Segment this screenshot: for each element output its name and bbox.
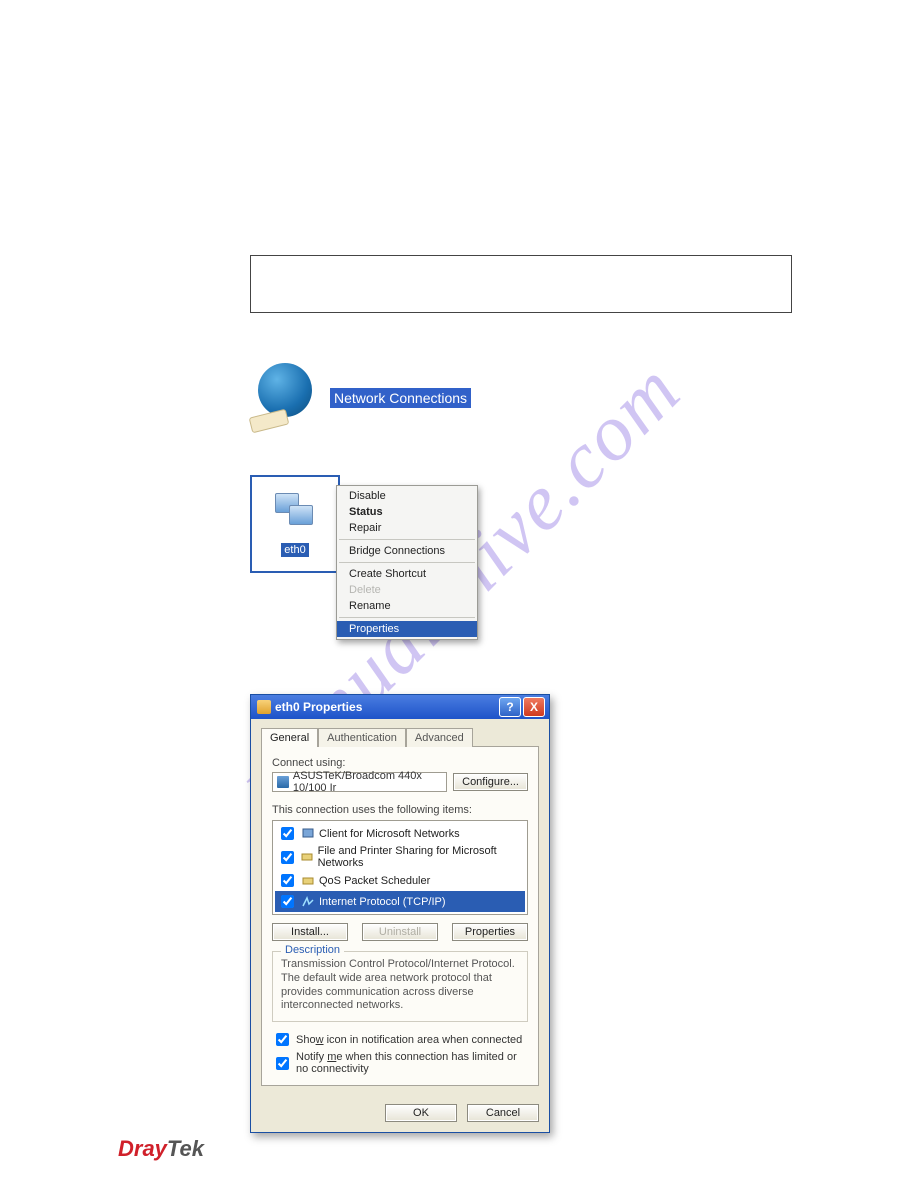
checkbox[interactable] — [281, 874, 294, 887]
ctx-disable[interactable]: Disable — [337, 488, 477, 504]
ctx-repair[interactable]: Repair — [337, 520, 477, 536]
ctx-status[interactable]: Status — [337, 504, 477, 520]
help-button[interactable]: ? — [499, 697, 521, 717]
adapter-display: ASUSTeK/Broadcom 440x 10/100 Ir — [272, 772, 447, 792]
connection-items-list[interactable]: Client for Microsoft Networks File and P… — [272, 820, 528, 915]
connect-using-label: Connect using: — [272, 757, 528, 769]
service-icon — [301, 874, 315, 888]
eth0-connection-item[interactable]: eth0 — [250, 475, 340, 573]
item-qos-scheduler[interactable]: QoS Packet Scheduler — [275, 870, 525, 891]
tabs-row: General Authentication Advanced — [261, 727, 539, 746]
install-button[interactable]: Install... — [272, 923, 348, 941]
ctx-rename[interactable]: Rename — [337, 598, 477, 614]
ctx-separator — [339, 539, 475, 540]
dialog-title-icon — [257, 700, 271, 714]
checkbox[interactable] — [281, 895, 294, 908]
checkbox[interactable] — [281, 851, 294, 864]
description-body: Transmission Control Protocol/Internet P… — [281, 958, 519, 1013]
checkbox[interactable] — [281, 827, 294, 840]
ctx-properties[interactable]: Properties — [337, 621, 477, 637]
network-connections-row[interactable]: Network Connections — [250, 363, 810, 433]
network-connections-label: Network Connections — [330, 388, 471, 408]
tab-panel-general: Connect using: ASUSTeK/Broadcom 440x 10/… — [261, 746, 539, 1086]
adapter-name: ASUSTeK/Broadcom 440x 10/100 Ir — [293, 770, 442, 794]
tab-general[interactable]: General — [261, 728, 318, 747]
ctx-separator — [339, 562, 475, 563]
notify-checkbox[interactable] — [276, 1057, 289, 1070]
uninstall-button: Uninstall — [362, 923, 438, 941]
context-menu: Disable Status Repair Bridge Connections… — [336, 485, 478, 640]
item-tcpip[interactable]: Internet Protocol (TCP/IP) — [275, 891, 525, 912]
tab-authentication[interactable]: Authentication — [318, 728, 406, 747]
dialog-titlebar[interactable]: eth0 Properties ? X — [251, 695, 549, 719]
close-button[interactable]: X — [523, 697, 545, 717]
note-box — [250, 255, 792, 313]
globe-network-icon — [250, 363, 320, 433]
ctx-separator — [339, 617, 475, 618]
ctx-create-shortcut[interactable]: Create Shortcut — [337, 566, 477, 582]
show-icon-checkbox[interactable] — [276, 1033, 289, 1046]
properties-button[interactable]: Properties — [452, 923, 528, 941]
description-legend: Description — [281, 944, 344, 956]
protocol-icon — [301, 895, 315, 909]
configure-button[interactable]: Configure... — [453, 773, 528, 791]
network-adapter-icon — [275, 487, 315, 527]
ctx-delete: Delete — [337, 582, 477, 598]
ctx-bridge[interactable]: Bridge Connections — [337, 543, 477, 559]
service-icon — [301, 850, 314, 864]
client-icon — [301, 827, 315, 841]
tab-advanced[interactable]: Advanced — [406, 728, 473, 747]
description-group: Description Transmission Control Protoco… — [272, 951, 528, 1022]
dialog-title: eth0 Properties — [275, 700, 362, 714]
eth0-properties-dialog: eth0 Properties ? X General Authenticati… — [250, 694, 550, 1133]
nic-icon — [277, 776, 289, 788]
item-client-ms-networks[interactable]: Client for Microsoft Networks — [275, 823, 525, 844]
show-icon-checkbox-row[interactable]: Show icon in notification area when conn… — [272, 1030, 528, 1049]
items-heading: This connection uses the following items… — [272, 804, 528, 816]
notify-checkbox-row[interactable]: Notify me when this connection has limit… — [272, 1051, 528, 1075]
eth0-label: eth0 — [281, 543, 308, 557]
ok-button[interactable]: OK — [385, 1104, 457, 1122]
cancel-button[interactable]: Cancel — [467, 1104, 539, 1122]
draytek-logo: DrayTek — [118, 1136, 204, 1162]
item-file-printer-sharing[interactable]: File and Printer Sharing for Microsoft N… — [275, 844, 525, 870]
